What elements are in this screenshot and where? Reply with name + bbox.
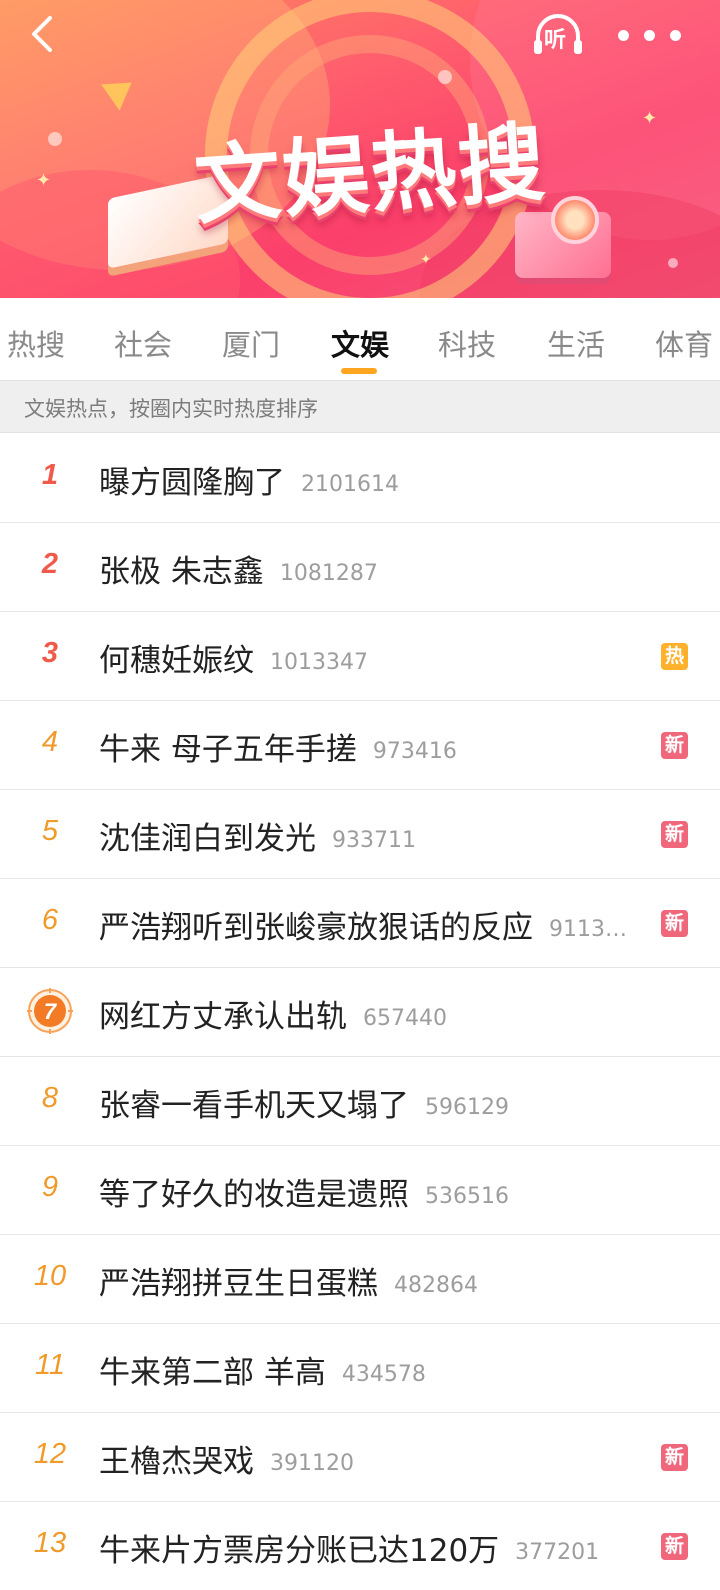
item-title-line: 曝方圆隆胸了 2101614 [99,457,399,502]
list-item[interactable]: 7 网红方丈承认出轨 657440 [0,967,720,1057]
heat-count: 2101614 [301,472,399,497]
rank-number: 4 [41,726,59,758]
rank-number: 1 [41,459,59,491]
tab-entertainment[interactable]: 文娱 [331,322,389,364]
list-item[interactable]: 4 牛来 母子五年手搓 973416 新 [0,700,720,790]
rank-number: 2 [41,548,59,580]
tab-hot-search[interactable]: 热搜 [7,322,65,364]
heat-count: 657440 [363,1006,447,1031]
item-title: 网红方丈承认出轨 [99,999,347,1035]
more-options-icon[interactable] [612,22,688,50]
list-item[interactable]: 5 沈佳润白到发光 933711 新 [0,789,720,879]
item-title-line: 严浩翔听到张峻豪放狠话的反应 9113… [99,902,627,947]
rank-number: 10 [33,1260,67,1292]
heat-count: 1013347 [270,650,368,675]
heat-count: 933711 [332,828,416,853]
heat-count: 973416 [372,739,457,764]
item-title: 何穗妊娠纹 [99,643,254,679]
rank-number: 11 [34,1349,66,1381]
list-item[interactable]: 12 王櫓杰哭戏 391120 新 [0,1412,720,1502]
list-item[interactable]: 8 张睿一看手机天又塌了 596129 [0,1056,720,1146]
recommended-rank-badge-icon: 7 [27,988,73,1034]
heat-count: 536516 [425,1184,509,1209]
heat-count: 1081287 [279,561,378,586]
rank-number: 12 [33,1438,67,1470]
sparkle-icon: ✦ [642,108,658,129]
header-banner: ✦ ✦ ✦ 文娱热搜 听 [0,0,720,298]
new-badge: 新 [661,1444,688,1471]
ranking-hint: 文娱热点，按圈内实时热度排序 [0,381,720,433]
banner-dot [438,70,452,84]
item-title-line: 严浩翔拼豆生日蛋糕 482864 [99,1258,478,1303]
item-title: 等了好久的妆造是遗照 [99,1177,409,1213]
item-title-line: 王櫓杰哭戏 391120 [99,1436,354,1481]
item-title: 张睿一看手机天又塌了 [99,1088,409,1124]
banner-dot [668,258,678,268]
list-item[interactable]: 13 牛来片方票房分账已达120万 377201 新 [0,1501,720,1590]
item-title-line: 牛来 母子五年手搓 973416 [99,724,457,769]
item-title-line: 牛来第二部 羊高 434578 [99,1347,426,1392]
list-item[interactable]: 3 何穗妊娠纹 1013347 热 [0,611,720,701]
heat-count: 482864 [394,1273,478,1298]
item-title-line: 网红方丈承认出轨 657440 [99,991,447,1036]
item-title-line: 何穗妊娠纹 1013347 [99,635,368,680]
list-item[interactable]: 2 张极 朱志鑫 1081287 [0,522,720,612]
tab-xiamen[interactable]: 厦门 [222,322,280,364]
sparkle-icon: ✦ [420,252,432,268]
active-tab-indicator [341,368,377,374]
tab-society[interactable]: 社会 [114,322,172,364]
rank-number: 8 [41,1082,59,1114]
item-title: 张极 朱志鑫 [99,554,264,590]
item-title-line: 等了好久的妆造是遗照 536516 [99,1169,509,1214]
list-item[interactable]: 1 曝方圆隆胸了 2101614 [0,433,720,523]
heat-count: 391120 [270,1451,354,1476]
item-title: 牛来片方票房分账已达120万 [99,1533,500,1569]
rank-number: 3 [41,637,59,669]
list-item[interactable]: 10 严浩翔拼豆生日蛋糕 482864 [0,1234,720,1324]
heat-count: 596129 [425,1095,509,1120]
banner-dot [48,132,62,146]
item-title: 王櫓杰哭戏 [99,1444,254,1480]
new-badge: 新 [661,821,688,848]
item-title-line: 沈佳润白到发光 933711 [99,813,416,858]
rank-number: 7 [44,999,58,1024]
camera-illustration [515,196,611,278]
rank-number: 6 [41,904,59,936]
item-title-line: 张极 朱志鑫 1081287 [99,546,378,591]
rank-number: 9 [41,1171,59,1203]
item-title: 牛来 母子五年手搓 [99,732,357,768]
listen-label: 听 [544,28,567,53]
rank-number: 5 [41,815,59,847]
new-badge: 新 [661,732,688,759]
sparkle-icon: ✦ [36,170,52,191]
item-title-line: 张睿一看手机天又塌了 596129 [99,1080,509,1125]
tab-sports[interactable]: 体育 [655,322,713,364]
item-title: 沈佳润白到发光 [99,821,316,857]
tab-technology[interactable]: 科技 [438,322,496,364]
back-arrow-icon[interactable] [24,14,64,54]
heat-count: 9113… [549,917,627,942]
list-item[interactable]: 11 牛来第二部 羊高 434578 [0,1323,720,1413]
item-title: 严浩翔听到张峻豪放狠话的反应 [99,910,533,946]
heat-count: 434578 [341,1362,426,1387]
list-item[interactable]: 9 等了好久的妆造是遗照 536516 [0,1145,720,1235]
item-title: 严浩翔拼豆生日蛋糕 [99,1266,378,1302]
new-badge: 新 [661,1533,688,1560]
tab-life[interactable]: 生活 [547,322,605,364]
ranking-hint-text: 文娱热点，按圈内实时热度排序 [24,397,318,421]
list-item[interactable]: 6 严浩翔听到张峻豪放狠话的反应 9113… 新 [0,878,720,968]
hot-badge: 热 [661,643,688,670]
new-badge: 新 [661,910,688,937]
item-title-line: 牛来片方票房分账已达120万 377201 [99,1525,599,1570]
category-tabs: 热搜 社会 厦门 文娱 科技 生活 体育 [0,298,720,381]
item-title: 牛来第二部 羊高 [99,1355,326,1391]
item-title: 曝方圆隆胸了 [99,465,285,501]
listen-button[interactable]: 听 [528,10,588,60]
